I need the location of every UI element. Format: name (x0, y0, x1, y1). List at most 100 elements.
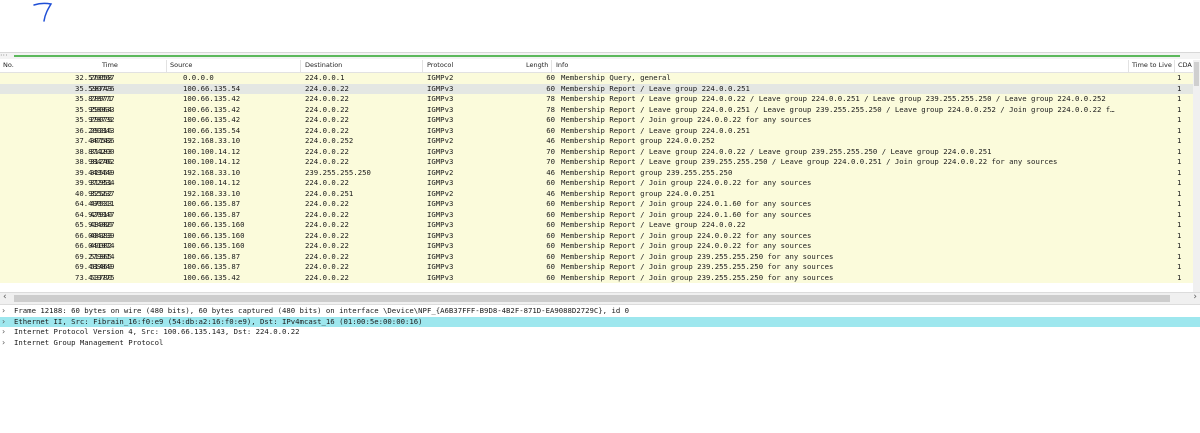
packet-cell-src: 100.66.135.87 (183, 209, 241, 219)
packet-cell-proto: IGMPv2 (427, 73, 454, 82)
packet-cell-proto: IGMPv2 (427, 167, 454, 177)
packet-cell-time: 40.955237 (75, 188, 115, 198)
packet-cell-ttl: 1 (1177, 125, 1182, 135)
chevron-left-icon[interactable]: ‹ (3, 292, 7, 302)
packet-row[interactable]: 48983 66.004239 100.66.135.160 224.0.0.22 IG… (0, 230, 1200, 241)
packet-row[interactable]: 32562 40.955237 192.168.33.10 224.0.0.251 IG… (0, 188, 1200, 199)
filter-status-strip: ··· (0, 52, 1200, 60)
packet-details-pane[interactable]: › Frame 12188: 60 bytes on wire (480 bits… (0, 306, 1200, 366)
packet-cell-src: 100.66.135.54 (183, 125, 241, 135)
packet-row[interactable]: 49002 66.041974 100.66.135.160 224.0.0.22 IG… (0, 241, 1200, 252)
packet-cell-info: Membership Report / Join group 224.0.0.2… (561, 115, 812, 124)
packet-row[interactable]: 28971 35.878777 100.66.135.42 224.0.0.22 IGM… (0, 94, 1200, 105)
vertical-scrollbar[interactable] (1193, 60, 1200, 292)
packet-cell-len: 78 (546, 94, 555, 103)
packet-row[interactable]: 30142 37.447586 192.168.33.10 224.0.0.252 IG… (0, 136, 1200, 147)
packet-cell-ttl: 1 (1177, 104, 1182, 114)
packet-cell-len: 60 (546, 115, 555, 124)
packet-row[interactable]: 29216 36.200843 100.66.135.54 224.0.0.22 IGM… (0, 125, 1200, 136)
packet-cell-ttl: 1 (1177, 188, 1182, 198)
column-divider[interactable] (166, 60, 167, 72)
packet-cell-dst: 224.0.0.22 (305, 220, 349, 229)
column-header-destination[interactable]: Destination (305, 61, 342, 69)
pane-splitter-handle[interactable]: ··· (0, 52, 8, 60)
packet-cell-len: 46 (546, 188, 555, 198)
column-divider[interactable] (300, 60, 301, 72)
packet-cell-time: 69.489849 (75, 262, 115, 271)
packet-rows: 26058 32.570567 0.0.0.0 224.0.0.1 IGMPv2 60 Me… (0, 73, 1200, 283)
packet-cell-proto: IGMPv3 (427, 251, 454, 261)
packet-row[interactable]: 31246 38.984762 100.100.14.12 224.0.0.22 IGM… (0, 157, 1200, 168)
column-header-protocol[interactable]: Protocol (427, 61, 453, 69)
chevron-right-icon[interactable]: › (2, 317, 5, 328)
packet-cell-len: 60 (546, 199, 555, 208)
packet-cell-len: 60 (546, 272, 555, 282)
packet-cell-ttl: 1 (1177, 241, 1182, 250)
packet-cell-time: 39.449449 (75, 167, 115, 177)
chevron-right-icon[interactable]: › (2, 327, 5, 338)
packet-cell-time: 37.447586 (75, 136, 115, 145)
packet-cell-len: 60 (546, 83, 555, 93)
chevron-right-icon[interactable]: › (2, 306, 5, 317)
packet-row[interactable]: 53780 73.419775 100.66.135.42 224.0.0.22 IGM… (0, 272, 1200, 283)
packet-cell-proto: IGMPv3 (427, 241, 454, 250)
packet-cell-src: 100.66.135.42 (183, 104, 241, 114)
packet-row[interactable]: 28743 35.590776 100.66.135.54 224.0.0.22 IGM… (0, 83, 1200, 94)
packet-cell-len: 60 (546, 178, 555, 187)
column-header-info[interactable]: Info (556, 61, 568, 69)
chevron-right-icon[interactable]: › (2, 338, 5, 349)
packet-row[interactable]: 31183 38.874200 100.100.14.12 224.0.0.22 IGM… (0, 146, 1200, 157)
detail-tree-item[interactable]: › Internet Group Management Protocol (0, 338, 1200, 349)
packet-row[interactable]: 47533 64.490011 100.66.135.87 224.0.0.22 IGM… (0, 199, 1200, 210)
horizontal-scrollbar[interactable]: ‹ › (0, 292, 1200, 305)
packet-cell-src: 100.66.135.87 (183, 251, 241, 261)
packet-cell-ttl: 1 (1177, 178, 1182, 187)
packet-cell-src: 100.66.135.160 (183, 241, 245, 250)
packet-cell-len: 60 (546, 125, 555, 135)
packet-row[interactable]: 51469 69.489849 100.66.135.87 224.0.0.22 IGM… (0, 262, 1200, 273)
packet-cell-time: 66.004239 (75, 230, 115, 240)
packet-cell-info: Membership Report / Join group 239.255.2… (561, 251, 834, 261)
handwritten-annotation-mark (33, 2, 53, 22)
packet-cell-info: Membership Report / Leave group 224.0.0.… (561, 146, 992, 156)
packet-cell-proto: IGMPv3 (427, 94, 454, 103)
packet-row[interactable]: 26058 32.570567 0.0.0.0 224.0.0.1 IGMPv2 60 Me… (0, 73, 1200, 84)
detail-tree-item[interactable]: › Frame 12188: 60 bytes on wire (480 bits… (0, 306, 1200, 317)
packet-row[interactable]: 29064 35.958933 100.66.135.42 224.0.0.22 IGM… (0, 104, 1200, 115)
column-divider[interactable] (422, 60, 423, 72)
column-header-no[interactable]: No. (3, 61, 14, 69)
detail-tree-item[interactable]: › Internet Protocol Version 4, Src: 100.6… (0, 327, 1200, 338)
packet-cell-len: 60 (546, 230, 555, 240)
packet-row[interactable]: 51365 69.279914 100.66.135.87 224.0.0.22 IGM… (0, 251, 1200, 262)
packet-row[interactable]: 48900 65.914027 100.66.135.160 224.0.0.22 IG… (0, 220, 1200, 231)
vertical-scrollbar-thumb[interactable] (1194, 62, 1199, 86)
packet-row[interactable]: 29079 35.978732 100.66.135.42 224.0.0.22 IGM… (0, 115, 1200, 126)
detail-tree-item[interactable]: › Ethernet II, Src: Fibrain_16:f0:e9 (54:… (0, 316, 1200, 328)
packet-list-pane[interactable]: No. Time Source Destination Protocol Len… (0, 60, 1200, 292)
packet-cell-dst: 224.0.0.22 (305, 115, 349, 124)
packet-row[interactable]: 31951 39.972834 100.100.14.12 224.0.0.22 IGM… (0, 178, 1200, 189)
column-header-cda[interactable]: CDA (1178, 61, 1192, 69)
packet-cell-proto: IGMPv3 (427, 230, 454, 240)
column-divider[interactable] (551, 60, 552, 72)
packet-cell-time: 35.590776 (75, 83, 115, 93)
packet-cell-dst: 224.0.0.252 (305, 136, 354, 145)
column-header-length[interactable]: Length (526, 61, 548, 69)
packet-cell-src: 100.66.135.87 (183, 262, 241, 271)
packet-row[interactable]: 31569 39.449449 192.168.33.10 239.255.255.2… (0, 167, 1200, 178)
packet-row[interactable]: 47910 64.920047 100.66.135.87 224.0.0.22 IGM… (0, 209, 1200, 220)
packet-cell-info: Membership Query, general (561, 73, 671, 82)
column-header-source[interactable]: Source (170, 61, 192, 69)
packet-cell-info: Membership Report / Leave group 224.0.0.… (561, 220, 746, 229)
packet-cell-time: 32.570567 (75, 73, 115, 82)
packet-cell-time: 36.200843 (75, 125, 115, 135)
chevron-right-icon[interactable]: › (1193, 292, 1197, 302)
column-divider[interactable] (1128, 60, 1129, 72)
packet-cell-dst: 224.0.0.22 (305, 262, 349, 271)
packet-cell-info: Membership Report / Join group 224.0.0.2… (561, 230, 812, 240)
column-divider[interactable] (1174, 60, 1175, 72)
column-header-ttl[interactable]: Time to Live (1132, 61, 1172, 69)
packet-cell-src: 192.168.33.10 (183, 188, 241, 198)
column-header-time[interactable]: Time (102, 61, 118, 69)
horizontal-scrollbar-thumb[interactable] (14, 295, 1170, 302)
